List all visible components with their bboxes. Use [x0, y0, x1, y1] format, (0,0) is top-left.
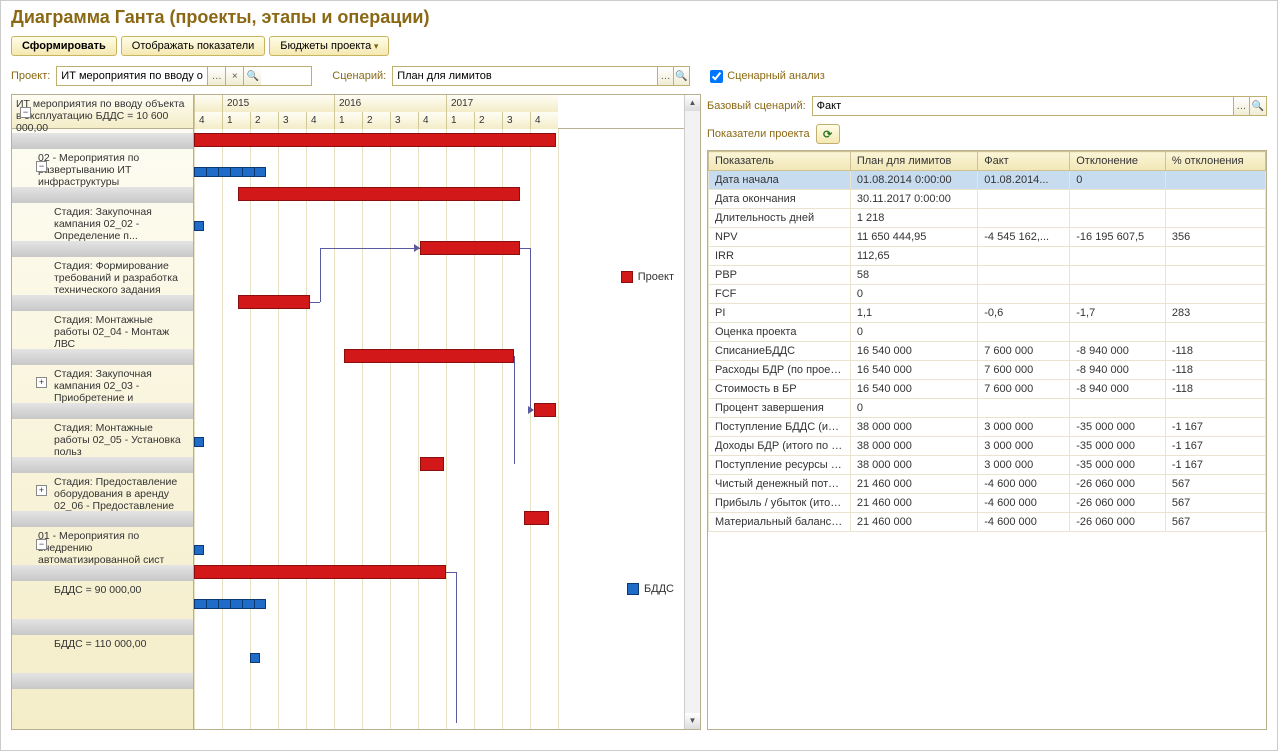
- table-row[interactable]: NPV11 650 444,95-4 545 162,...-16 195 60…: [709, 228, 1266, 247]
- task-label: БДДС = 90 000,00: [52, 583, 191, 619]
- scenario-input-group: … 🔍: [392, 66, 690, 86]
- project-input-group: … × 🔍: [56, 66, 312, 86]
- gantt-bar[interactable]: [420, 241, 520, 255]
- project-budgets-dropdown[interactable]: Бюджеты проекта: [269, 36, 389, 56]
- scenario-analysis-checkbox-input[interactable]: [710, 70, 723, 83]
- scenario-label: Сценарий:: [332, 70, 386, 82]
- column-header[interactable]: Факт: [978, 152, 1070, 171]
- table-row[interactable]: Материальный баланс (итого по ...21 460 …: [709, 513, 1266, 532]
- gantt-bar[interactable]: [238, 187, 520, 201]
- indicators-label: Показатели проекта: [707, 128, 810, 140]
- base-scenario-more-icon[interactable]: …: [1233, 97, 1250, 115]
- expand-toggle[interactable]: −: [20, 107, 31, 118]
- swatch-red-icon: [621, 271, 633, 283]
- task-label: Стадия: Формирование требований и разраб…: [52, 259, 191, 295]
- table-row[interactable]: Длительность дней1 218: [709, 209, 1266, 228]
- table-row[interactable]: Расходы БДР (по проекту)16 540 0007 600 …: [709, 361, 1266, 380]
- project-search-icon[interactable]: 🔍: [243, 67, 261, 85]
- scenario-search-icon[interactable]: 🔍: [673, 67, 689, 85]
- table-row[interactable]: PI1,1-0,6-1,7283: [709, 304, 1266, 323]
- indicators-pane: Базовый сценарий: … 🔍 Показатели проекта…: [707, 94, 1267, 730]
- project-label: Проект:: [11, 70, 50, 82]
- gantt-bar[interactable]: [194, 133, 556, 147]
- gantt-bar[interactable]: [524, 511, 549, 525]
- project-input[interactable]: [57, 67, 207, 85]
- generate-button[interactable]: Сформировать: [11, 36, 117, 56]
- table-row[interactable]: Доходы БДР (итого по проекту)38 000 0003…: [709, 437, 1266, 456]
- scenario-analysis-label: Сценарный анализ: [727, 70, 825, 82]
- legend-project: Проект: [621, 271, 674, 283]
- scenario-more-icon[interactable]: …: [657, 67, 673, 85]
- table-row[interactable]: Дата начала01.08.2014 0:00:0001.08.2014.…: [709, 171, 1266, 190]
- column-header[interactable]: Отклонение: [1070, 152, 1166, 171]
- table-row[interactable]: СписаниеБДДС16 540 0007 600 000-8 940 00…: [709, 342, 1266, 361]
- scrollbar[interactable]: ▲ ▼: [684, 95, 700, 729]
- scroll-down-icon[interactable]: ▼: [685, 713, 700, 729]
- base-scenario-input-group: … 🔍: [812, 96, 1267, 116]
- task-label: Стадия: Предоставление оборудования в ар…: [52, 475, 191, 511]
- gantt-bar[interactable]: [238, 295, 310, 309]
- refresh-icon: ⟳: [823, 128, 832, 141]
- gantt-bar[interactable]: [420, 457, 444, 471]
- column-header[interactable]: % отклонения: [1165, 152, 1265, 171]
- scenario-analysis-checkbox[interactable]: Сценарный анализ: [710, 70, 825, 83]
- gantt-bar[interactable]: [534, 403, 556, 417]
- base-scenario-search-icon[interactable]: 🔍: [1249, 97, 1266, 115]
- base-scenario-label: Базовый сценарий:: [707, 100, 806, 112]
- bdds-bar: [194, 599, 266, 609]
- gantt-timeline[interactable]: 201520162017 4123412341234 ▲ ▼ Проект: [194, 95, 700, 729]
- gantt-bar[interactable]: [344, 349, 514, 363]
- bdds-marker: [194, 545, 204, 555]
- scroll-up-icon[interactable]: ▲: [685, 95, 700, 111]
- gantt-bar[interactable]: [194, 565, 446, 579]
- toolbar: Сформировать Отображать показатели Бюдже…: [3, 36, 1275, 64]
- table-row[interactable]: PBP58: [709, 266, 1266, 285]
- project-clear-icon[interactable]: ×: [225, 67, 243, 85]
- indicators-table[interactable]: ПоказательПлан для лимитовФактОтклонение…: [707, 150, 1267, 730]
- legend-bdds: БДДС: [627, 583, 674, 595]
- expand-toggle[interactable]: +: [36, 377, 47, 388]
- task-label: Стадия: Монтажные работы 02_04 - Монтаж …: [52, 313, 191, 349]
- gantt-chart[interactable]: ИТ мероприятия по вводу объекта в эксплу…: [11, 94, 701, 730]
- column-header[interactable]: План для лимитов: [850, 152, 977, 171]
- show-indicators-button[interactable]: Отображать показатели: [121, 36, 265, 56]
- table-row[interactable]: Поступление БДДС (итого по пр...38 000 0…: [709, 418, 1266, 437]
- expand-toggle[interactable]: −: [36, 539, 47, 550]
- swatch-blue-icon: [627, 583, 639, 595]
- column-header[interactable]: Показатель: [709, 152, 851, 171]
- task-label: Стадия: Монтажные работы 02_05 - Установ…: [52, 421, 191, 457]
- bdds-marker: [194, 437, 204, 447]
- task-label: 01 - Мероприятия по внедрению автоматизи…: [36, 529, 191, 565]
- table-row[interactable]: Процент завершения0: [709, 399, 1266, 418]
- bdds-marker: [250, 653, 260, 663]
- gantt-task-list: ИТ мероприятия по вводу объекта в эксплу…: [12, 95, 194, 729]
- task-label: Стадия: Закупочная кампания 02_03 - Прио…: [52, 367, 191, 403]
- table-row[interactable]: Стоимость в БР16 540 0007 600 000-8 940 …: [709, 380, 1266, 399]
- bdds-marker: [194, 221, 204, 231]
- table-row[interactable]: Чистый денежный поток (итого п...21 460 …: [709, 475, 1266, 494]
- scenario-input[interactable]: [393, 67, 657, 85]
- table-row[interactable]: FCF0: [709, 285, 1266, 304]
- expand-toggle[interactable]: −: [36, 161, 47, 172]
- table-row[interactable]: IRR112,65: [709, 247, 1266, 266]
- task-label: Стадия: Закупочная кампания 02_02 - Опре…: [52, 205, 191, 241]
- task-label: 02 - Мероприятия по развертыванию ИТ инф…: [36, 151, 191, 187]
- page-title: Диаграмма Ганта (проекты, этапы и операц…: [3, 3, 1275, 36]
- project-more-icon[interactable]: …: [207, 67, 225, 85]
- table-row[interactable]: Прибыль / убыток (итого по прое...21 460…: [709, 494, 1266, 513]
- refresh-button[interactable]: ⟳: [816, 124, 840, 144]
- task-label: ИТ мероприятия по вводу объекта в эксплу…: [14, 97, 191, 133]
- task-label: БДДС = 110 000,00: [52, 637, 191, 673]
- bdds-bar: [194, 167, 266, 177]
- expand-toggle[interactable]: +: [36, 485, 47, 496]
- base-scenario-input[interactable]: [813, 97, 1233, 115]
- table-row[interactable]: Дата окончания30.11.2017 0:00:00: [709, 190, 1266, 209]
- table-row[interactable]: Оценка проекта0: [709, 323, 1266, 342]
- table-row[interactable]: Поступление ресурсы (итого по ...38 000 …: [709, 456, 1266, 475]
